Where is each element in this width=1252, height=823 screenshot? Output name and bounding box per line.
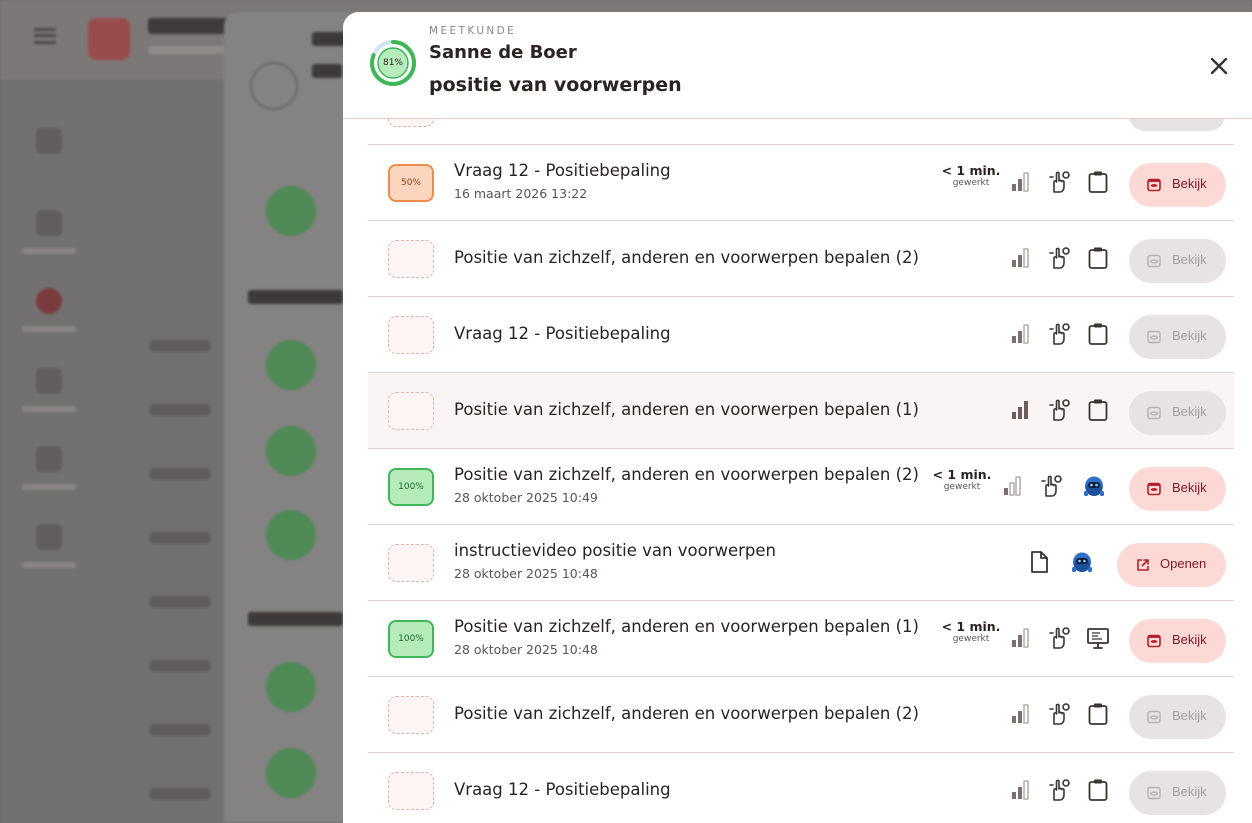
item-title: Positie van zichzelf, anderen en voorwer…: [454, 704, 919, 723]
bar-chart-icon: [1008, 777, 1034, 803]
view-button[interactable]: Bekijk: [1129, 771, 1226, 815]
bar-chart-icon: [1008, 701, 1034, 727]
eye-icon: [1146, 177, 1162, 193]
open-button[interactable]: Openen: [1117, 543, 1226, 587]
view-button[interactable]: Bekijk: [1129, 467, 1226, 511]
item-title: Positie van zichzelf, anderen en voorwer…: [454, 248, 919, 267]
hand-tap-icon: [1046, 321, 1072, 347]
score-badge: [388, 772, 434, 810]
clipboard-icon: [1085, 169, 1111, 195]
presentation-icon: [1085, 625, 1111, 651]
hand-tap-icon: [1046, 397, 1072, 423]
item-date: 28 oktober 2025 10:48: [454, 566, 598, 581]
eye-icon: [1146, 481, 1162, 497]
list-item[interactable]: Positie van zichzelf, anderen en voorwer…: [368, 373, 1234, 449]
item-title: Positie van zichzelf, anderen en voorwer…: [454, 400, 919, 419]
subject-label: MEETKUNDE: [429, 25, 517, 37]
student-name: Sanne de Boer: [429, 42, 577, 63]
time-worked: < 1 min. gewerkt: [941, 163, 1001, 188]
robot-icon: [1081, 473, 1107, 499]
clipboard-icon: [1085, 777, 1111, 803]
view-button[interactable]: Bekijk: [1129, 391, 1226, 435]
list-item[interactable]: 100% Positie van zichzelf, anderen en vo…: [368, 449, 1234, 525]
clipboard-icon: [1085, 701, 1111, 727]
list-item[interactable]: 100% Positie van zichzelf, anderen en vo…: [368, 601, 1234, 677]
score-badge: [388, 392, 434, 430]
eye-icon: [1146, 405, 1162, 421]
view-button[interactable]: Bekijk: [1129, 695, 1226, 739]
bar-chart-icon: [1000, 473, 1026, 499]
list-item-partial: [368, 99, 1234, 145]
eye-icon: [1146, 785, 1162, 801]
menu-icon: [34, 28, 56, 44]
modal-header: 81% MEETKUNDE Sanne de Boer positie van …: [343, 12, 1252, 119]
score-badge: 100%: [388, 468, 434, 506]
bar-chart-icon: [1008, 397, 1034, 423]
list-item[interactable]: Positie van zichzelf, anderen en voorwer…: [368, 221, 1234, 297]
hand-tap-icon: [1046, 625, 1072, 651]
bar-chart-icon: [1008, 169, 1034, 195]
background-subtitle-block: [148, 46, 228, 54]
hand-tap-icon: [1046, 777, 1072, 803]
document-icon: [1026, 549, 1052, 575]
list-item[interactable]: Vraag 12 - Positiebepaling Bekijk: [368, 753, 1234, 823]
app-logo: [88, 18, 130, 60]
list-item[interactable]: Positie van zichzelf, anderen en voorwer…: [368, 677, 1234, 753]
score-badge: 100%: [388, 620, 434, 658]
eye-icon: [1146, 329, 1162, 345]
item-title: instructievideo positie van voorwerpen: [454, 541, 776, 560]
score-badge: [388, 544, 434, 582]
close-icon[interactable]: [1205, 52, 1233, 80]
eye-icon: [1146, 253, 1162, 269]
list-item[interactable]: 50% Vraag 12 - Positiebepaling 16 maart …: [368, 145, 1234, 221]
view-button[interactable]: Bekijk: [1129, 239, 1226, 283]
hand-tap-icon: [1038, 473, 1064, 499]
view-button[interactable]: Bekijk: [1129, 315, 1226, 359]
score-badge: [388, 240, 434, 278]
eye-icon: [1146, 633, 1162, 649]
clipboard-icon: [1085, 321, 1111, 347]
score-badge: [388, 316, 434, 354]
score-badge: 50%: [388, 164, 434, 202]
item-title: Vraag 12 - Positiebepaling: [454, 780, 671, 799]
clipboard-icon: [1085, 245, 1111, 271]
robot-icon: [1069, 549, 1095, 575]
list-item[interactable]: Vraag 12 - Positiebepaling Bekijk: [368, 297, 1234, 373]
bar-chart-icon: [1008, 321, 1034, 347]
hand-tap-icon: [1046, 245, 1072, 271]
item-date: 16 maart 2026 13:22: [454, 186, 588, 201]
progress-label: 81%: [382, 58, 403, 68]
item-title: Vraag 12 - Positiebepaling: [454, 324, 671, 343]
time-worked: < 1 min. gewerkt: [932, 467, 992, 492]
eye-icon: [1146, 709, 1162, 725]
score-badge: [388, 696, 434, 734]
view-button[interactable]: Bekijk: [1129, 163, 1226, 207]
item-date: 28 oktober 2025 10:49: [454, 490, 598, 505]
external-link-icon: [1135, 557, 1151, 573]
bar-chart-icon: [1008, 245, 1034, 271]
list-item[interactable]: instructievideo positie van voorwerpen 2…: [368, 525, 1234, 601]
lesson-detail-modal: 81% MEETKUNDE Sanne de Boer positie van …: [343, 12, 1252, 823]
item-title: Positie van zichzelf, anderen en voorwer…: [454, 617, 919, 636]
hand-tap-icon: [1046, 701, 1072, 727]
view-button[interactable]: Bekijk: [1129, 619, 1226, 663]
clipboard-icon: [1085, 397, 1111, 423]
hand-tap-icon: [1046, 169, 1072, 195]
item-date: 28 oktober 2025 10:48: [454, 642, 598, 657]
item-title: Vraag 12 - Positiebepaling: [454, 161, 671, 180]
time-worked: < 1 min. gewerkt: [941, 619, 1001, 644]
item-title: Positie van zichzelf, anderen en voorwer…: [454, 465, 919, 484]
bar-chart-icon: [1008, 625, 1034, 651]
topic-title: positie van voorwerpen: [429, 74, 682, 96]
